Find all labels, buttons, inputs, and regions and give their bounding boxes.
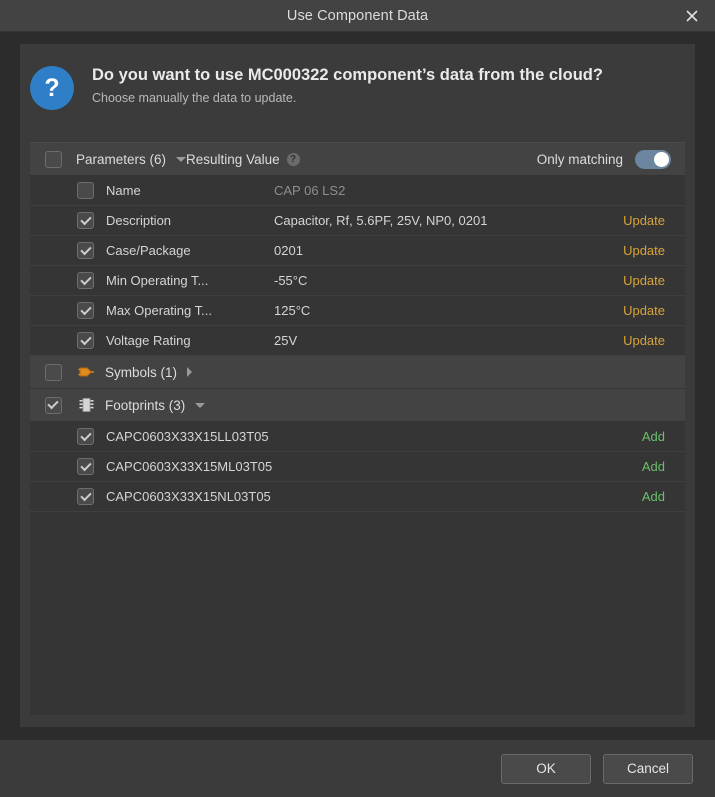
close-button[interactable]: [669, 0, 715, 31]
question-mark-icon: ?: [30, 66, 74, 110]
title-bar: Use Component Data: [0, 0, 715, 32]
update-link[interactable]: Update: [575, 213, 685, 228]
parameter-name: Description: [106, 213, 172, 228]
table-row[interactable]: Name CAP 06 LS2: [30, 176, 685, 206]
table-row[interactable]: Case/Package 0201 Update: [30, 236, 685, 266]
prompt-block: ? Do you want to use MC000322 component’…: [20, 44, 695, 136]
footprints-group-name: Footprints (3): [76, 397, 206, 413]
table-row[interactable]: Description Capacitor, Rf, 5.6PF, 25V, NP…: [30, 206, 685, 236]
add-link[interactable]: Add: [575, 459, 685, 474]
row-checkbox[interactable]: [77, 242, 94, 259]
parameter-name: Voltage Rating: [106, 333, 191, 348]
content-panel: ? Do you want to use MC000322 component’…: [20, 44, 695, 727]
resulting-value-label: Resulting Value: [186, 151, 280, 167]
parameter-name: Case/Package: [106, 243, 191, 258]
row-checkbox[interactable]: [77, 428, 94, 445]
row-checkbox[interactable]: [77, 332, 94, 349]
row-checkbox[interactable]: [77, 212, 94, 229]
table-row[interactable]: CAPC0603X33X15NL03T05 Add: [30, 482, 685, 512]
row-checkbox-cell: [30, 488, 106, 505]
parameter-value: 125°C: [274, 303, 311, 318]
parameter-value: CAP 06 LS2: [274, 183, 346, 198]
parameter-value: -55°C: [274, 273, 308, 288]
symbols-group-row[interactable]: Symbols (1): [30, 356, 685, 389]
row-checkbox[interactable]: [77, 458, 94, 475]
parameter-name: Max Operating T...: [106, 303, 212, 318]
dialog-body: ? Do you want to use MC000322 component’…: [0, 32, 715, 739]
parameter-value: Capacitor, Rf, 5.6PF, 25V, NP0, 0201: [274, 213, 488, 228]
parameter-value: 25V: [274, 333, 298, 348]
row-checkbox-cell: [30, 332, 106, 349]
row-checkbox-cell: [30, 242, 106, 259]
update-link[interactable]: Update: [575, 243, 685, 258]
table-row[interactable]: CAPC0603X33X15ML03T05 Add: [30, 452, 685, 482]
row-checkbox-cell: [30, 272, 106, 289]
table-empty-area: [30, 512, 685, 715]
footprint-name: CAPC0603X33X15NL03T05: [106, 489, 271, 504]
symbol-icon: [76, 365, 96, 379]
update-link[interactable]: Update: [575, 273, 685, 288]
table-row[interactable]: CAPC0603X33X15LL03T05 Add: [30, 422, 685, 452]
table-row[interactable]: Max Operating T... 125°C Update: [30, 296, 685, 326]
footprints-group-checkbox[interactable]: [44, 396, 62, 414]
update-link[interactable]: Update: [575, 303, 685, 318]
footprints-group-label: Footprints (3): [105, 397, 186, 413]
footprint-icon: [76, 397, 96, 413]
ok-button[interactable]: OK: [501, 753, 591, 784]
footprints-group-checkbox-cell: [30, 396, 76, 414]
row-checkbox-cell: [30, 302, 106, 319]
parameters-header-label: Parameters (6): [76, 151, 167, 167]
prompt-text: Do you want to use MC000322 component’s …: [92, 64, 603, 105]
table-header-row: Parameters (6) Resulting Value ? Only ma…: [30, 143, 685, 176]
window-title: Use Component Data: [286, 7, 429, 24]
prompt-question: Do you want to use MC000322 component’s …: [92, 66, 603, 84]
row-checkbox[interactable]: [77, 488, 94, 505]
update-link[interactable]: Update: [575, 333, 685, 348]
symbols-group-label: Symbols (1): [105, 364, 178, 380]
cancel-button[interactable]: Cancel: [603, 753, 693, 784]
table-bottom-spacer: [20, 715, 695, 727]
row-checkbox-cell: [30, 212, 106, 229]
use-component-data-dialog: Use Component Data ? Do you want to use …: [0, 0, 715, 797]
prompt-subtitle: Choose manually the data to update.: [92, 91, 297, 106]
dialog-footer: OK Cancel: [0, 739, 715, 797]
only-matching-label: Only matching: [536, 151, 623, 167]
row-checkbox[interactable]: [77, 182, 94, 199]
parameter-rows: Name CAP 06 LS2 Description Capacitor, Rf, …: [30, 176, 685, 356]
data-table: Parameters (6) Resulting Value ? Only ma…: [30, 142, 685, 715]
footprint-name: CAPC0603X33X15ML03T05: [106, 459, 273, 474]
add-link[interactable]: Add: [575, 429, 685, 444]
add-link[interactable]: Add: [575, 489, 685, 504]
chevron-down-icon-footprints[interactable]: [195, 402, 206, 408]
toggle-knob: [654, 151, 669, 167]
footprints-group-row[interactable]: Footprints (3): [30, 389, 685, 422]
only-matching-toggle[interactable]: [635, 149, 671, 169]
resulting-value-header: Resulting Value ?: [186, 152, 537, 167]
row-checkbox-cell: [30, 428, 106, 445]
parameter-name: Min Operating T...: [106, 273, 209, 288]
table-row[interactable]: Min Operating T... -55°C Update: [30, 266, 685, 296]
row-checkbox-cell: [30, 182, 106, 199]
footprint-name: CAPC0603X33X15LL03T05: [106, 429, 269, 444]
row-checkbox[interactable]: [77, 302, 94, 319]
parameters-group-checkbox-cell: [30, 150, 76, 168]
help-icon[interactable]: ?: [286, 152, 300, 166]
row-checkbox[interactable]: [77, 272, 94, 289]
only-matching-control: Only matching: [536, 149, 685, 169]
parameters-header: Parameters (6): [76, 151, 187, 167]
chevron-down-icon[interactable]: [176, 156, 187, 162]
parameter-name: Name: [106, 183, 141, 198]
parameter-value: 0201: [274, 243, 303, 258]
symbols-group-checkbox-cell: [30, 363, 76, 381]
close-icon: [685, 9, 699, 23]
chevron-right-icon[interactable]: [187, 367, 193, 377]
table-row[interactable]: Voltage Rating 25V Update: [30, 326, 685, 356]
parameters-group-checkbox[interactable]: [44, 150, 62, 168]
symbols-group-name: Symbols (1): [76, 364, 193, 380]
symbols-group-checkbox[interactable]: [44, 363, 62, 381]
row-checkbox-cell: [30, 458, 106, 475]
footprint-rows: CAPC0603X33X15LL03T05 Add CAPC0603X33X15ML…: [30, 422, 685, 512]
